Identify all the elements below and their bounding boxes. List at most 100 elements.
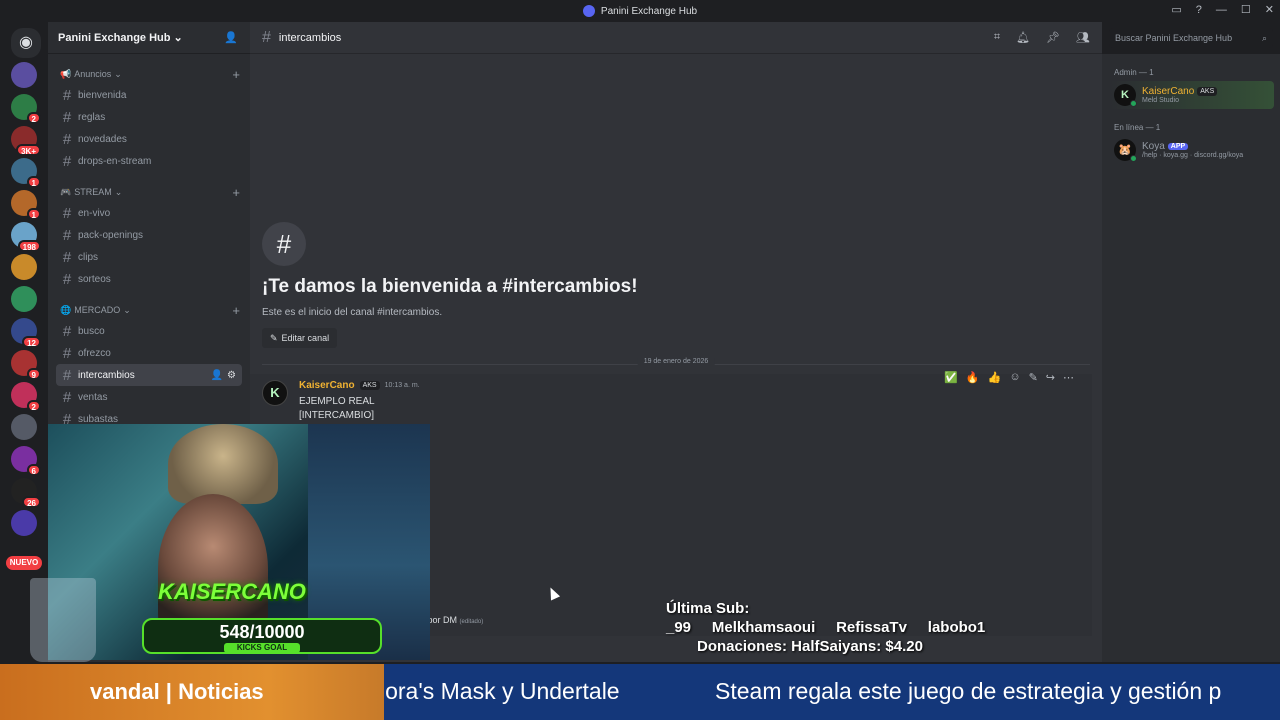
server-icon[interactable]: 2 [11, 382, 41, 412]
category-header[interactable]: 📢 Anuncios ⌄ + [48, 64, 250, 84]
add-member-icon[interactable]: 👤 [224, 31, 238, 44]
server-icon[interactable]: 198 [11, 222, 41, 252]
server-icon[interactable]: 1 [11, 190, 41, 220]
channel-label: drops-en-stream [78, 155, 152, 167]
server-icon[interactable]: 26 [11, 478, 41, 508]
create-channel-icon[interactable]: + [232, 67, 240, 82]
category-header[interactable]: 🌐 MERCADO ⌄ + [48, 300, 250, 320]
server-icon[interactable]: 2 [11, 94, 41, 124]
edit-icon[interactable]: ✎ [1029, 371, 1038, 384]
channel-header: # intercambios ⌗ 🔔︎ 📌︎ 👥︎ [250, 22, 1102, 54]
date-divider-label: 19 de enero de 2026 [637, 358, 715, 365]
reaction-fire[interactable]: 🔥 [966, 371, 980, 384]
sidebar-item-intercambios[interactable]: # intercambios 👤 ⚙ [56, 364, 242, 386]
pin-icon[interactable]: 📌︎ [1046, 31, 1060, 44]
server-icon[interactable]: 12 [11, 318, 41, 348]
member-tag: AKS [1197, 87, 1218, 96]
server-icon[interactable]: 3K+ [11, 126, 41, 156]
channel-label: bienvenida [78, 89, 127, 101]
category-header[interactable]: 🎮 STREAM ⌄ + [48, 182, 250, 202]
gear-icon[interactable]: ⚙ [227, 370, 236, 381]
goal-label: KICKS GOAL [224, 643, 300, 653]
server-icon[interactable] [11, 254, 37, 280]
sidebar-item-ofrezco[interactable]: # ofrezco [56, 342, 242, 364]
member-tag: APP [1167, 143, 1189, 150]
kicks-goal-widget: 548/10000 KICKS GOAL [142, 618, 382, 654]
members-icon[interactable]: 👥︎ [1076, 31, 1090, 44]
sidebar-item-drops-en-stream[interactable]: # drops-en-stream [56, 150, 242, 172]
sidebar-item-sorteos[interactable]: # sorteos [56, 268, 242, 290]
welcome-title: ¡Te damos la bienvenida a #intercambios! [262, 276, 638, 297]
search-input[interactable]: Buscar Panini Exchange Hub ⌕ [1109, 28, 1273, 48]
invite-icon[interactable]: 👤 [211, 370, 223, 381]
goal-count: 548/10000 [219, 622, 305, 642]
message-actions: ✅ 🔥 👍 ☺ ✎ ↪ ⋯ [936, 366, 1082, 388]
server-badge: 2 [26, 400, 41, 412]
hash-icon: # [62, 130, 72, 148]
avatar[interactable]: K [262, 380, 288, 406]
create-channel-icon[interactable]: + [232, 303, 240, 318]
webcam-overlay: KAISERCANO 548/10000 KICKS GOAL [48, 424, 430, 660]
channel-label: en-vivo [78, 207, 111, 219]
search-placeholder: Buscar Panini Exchange Hub [1115, 33, 1233, 43]
reaction-check[interactable]: ✅ [944, 371, 958, 384]
sidebar-item-en-vivo[interactable]: # en-vivo [56, 202, 242, 224]
sidebar-item-pack-openings[interactable]: # pack-openings [56, 224, 242, 246]
online-status-icon [1130, 100, 1137, 107]
search-icon: ⌕ [1261, 32, 1267, 43]
close-button[interactable]: ✕ [1265, 3, 1274, 16]
chevron-down-icon: ⌄ [114, 68, 122, 79]
member-group-label: Admin — 1 [1114, 68, 1154, 77]
server-icon[interactable] [11, 286, 37, 312]
server-icon[interactable] [11, 62, 37, 88]
hash-icon: # [62, 86, 72, 104]
message-author[interactable]: KaiserCano [299, 380, 355, 391]
app-logo-icon [582, 5, 595, 17]
server-badge: 198 [17, 240, 41, 252]
sidebar-item-clips[interactable]: # clips [56, 246, 242, 268]
sidebar-item-busco[interactable]: # busco [56, 320, 242, 342]
bell-icon[interactable]: 🔔︎ [1016, 31, 1030, 44]
channel-label: ventas [78, 391, 108, 403]
reaction-thumbs-up[interactable]: 👍 [988, 371, 1002, 384]
member-row[interactable]: K KaiserCano AKS Meld Studio [1110, 81, 1274, 109]
hash-icon: # [62, 344, 72, 362]
discord-home-icon[interactable]: ◉ [11, 28, 41, 58]
pencil-icon: ✎ [270, 332, 278, 343]
threads-icon[interactable]: ⌗ [994, 31, 1000, 44]
message-line: EJEMPLO REAL [299, 396, 375, 407]
sidebar-item-bienvenida[interactable]: # bienvenida [56, 84, 242, 106]
server-icon[interactable]: 9 [11, 350, 41, 380]
inbox-icon[interactable]: ▭ [1171, 3, 1181, 16]
member-row[interactable]: 🐹 Koya APP/help · koya.gg · discord.gg/koy… [1110, 136, 1274, 164]
add-reaction-icon[interactable]: ☺ [1009, 371, 1020, 383]
window-title: Panini Exchange Hub [600, 5, 698, 17]
new-badge[interactable]: NUEVO [6, 556, 42, 570]
server-icon[interactable]: 1 [11, 158, 41, 188]
guild-tag[interactable]: AKS [359, 381, 380, 390]
more-icon[interactable]: ⋯ [1063, 371, 1074, 384]
edit-channel-label: Editar canal [281, 333, 330, 343]
edit-channel-button[interactable]: ✎ Editar canal [262, 328, 338, 348]
sidebar-item-ventas[interactable]: # ventas [56, 386, 242, 408]
server-badge: 6 [26, 464, 41, 476]
hash-icon: # [62, 322, 72, 340]
server-icon[interactable] [11, 414, 37, 440]
member-activity: Meld Studio [1142, 97, 1179, 104]
ticker-label: vandal | Noticias [0, 664, 384, 720]
maximize-button[interactable]: ☐ [1241, 3, 1251, 16]
sidebar-item-novedades[interactable]: # novedades [56, 128, 242, 150]
sidebar-item-reglas[interactable]: # reglas [56, 106, 242, 128]
server-icon[interactable] [11, 510, 37, 536]
create-channel-icon[interactable]: + [232, 185, 240, 200]
reply-icon[interactable]: ↪ [1046, 371, 1055, 384]
member-activity: /help · koya.gg · discord.gg/koya [1142, 152, 1244, 159]
guild-header[interactable]: Panini Exchange Hub ⌄ 👤 [48, 22, 250, 54]
minimize-button[interactable]: — [1216, 4, 1227, 16]
message-header: KaiserCano AKS 10:13 a. m. [299, 380, 420, 391]
channel-label: novedades [78, 133, 127, 145]
server-icon[interactable]: 6 [11, 446, 41, 476]
help-icon[interactable]: ? [1196, 4, 1202, 16]
date-divider: 19 de enero de 2026 [262, 358, 1090, 365]
ticker-item: Steam regala este juego de estrategia y … [715, 678, 1222, 704]
